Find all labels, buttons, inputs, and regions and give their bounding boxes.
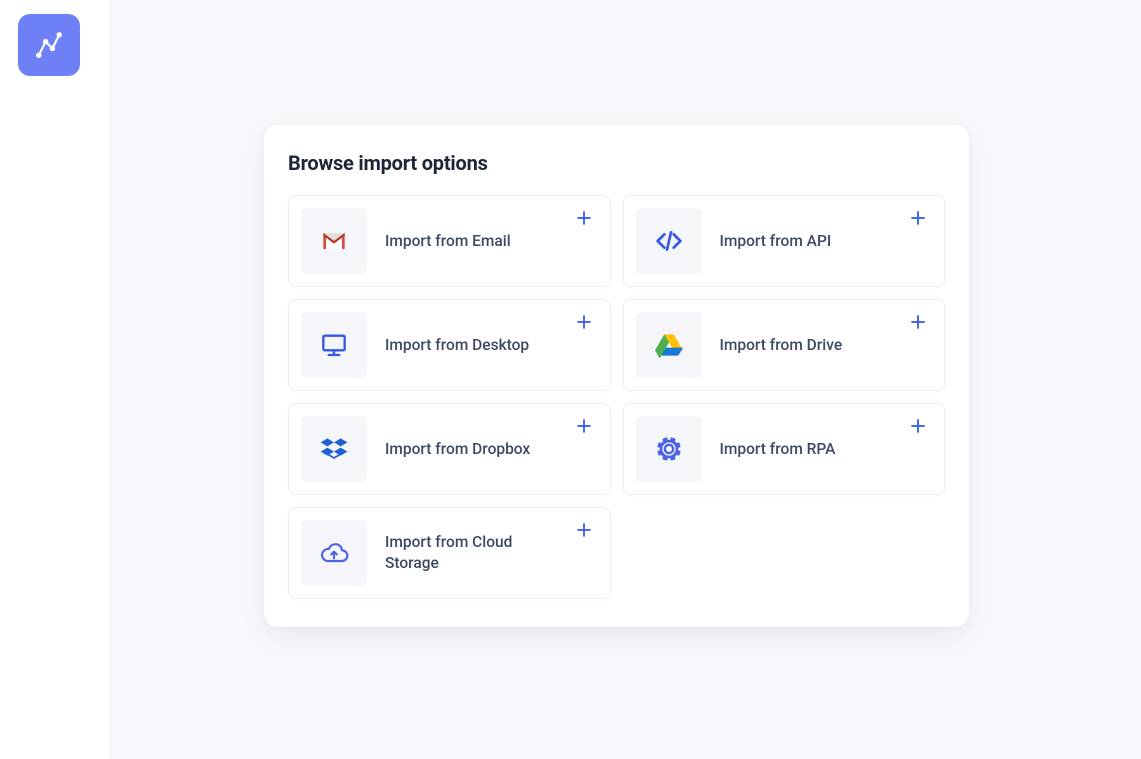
- import-option-rpa[interactable]: Import from RPA: [623, 403, 946, 495]
- import-option-api[interactable]: Import from API: [623, 195, 946, 287]
- plus-icon: [574, 312, 594, 332]
- card-label: Import from API: [720, 231, 832, 252]
- plus-icon: [908, 416, 928, 436]
- gmail-icon: [301, 208, 367, 274]
- import-option-dropbox[interactable]: Import from Dropbox: [288, 403, 611, 495]
- plus-icon: [908, 312, 928, 332]
- api-icon: [636, 208, 702, 274]
- app-logo[interactable]: [18, 14, 80, 76]
- plus-icon: [574, 208, 594, 228]
- plus-icon: [574, 416, 594, 436]
- import-option-email[interactable]: Import from Email: [288, 195, 611, 287]
- desktop-icon: [301, 312, 367, 378]
- plus-icon: [908, 208, 928, 228]
- import-option-drive[interactable]: Import from Drive: [623, 299, 946, 391]
- dropbox-icon: [301, 416, 367, 482]
- card-label: Import from Email: [385, 231, 511, 252]
- card-label: Import from Dropbox: [385, 439, 530, 460]
- card-label: Import from Cloud Storage: [385, 532, 545, 574]
- card-label: Import from RPA: [720, 439, 836, 460]
- import-option-desktop[interactable]: Import from Desktop: [288, 299, 611, 391]
- logo-network-icon: [32, 28, 66, 62]
- import-options-panel: Browse import options Import from Email: [264, 125, 969, 627]
- plus-icon: [574, 520, 594, 540]
- cloud-upload-icon: [301, 520, 367, 586]
- panel-title: Browse import options: [288, 151, 945, 175]
- import-option-cloud-storage[interactable]: Import from Cloud Storage: [288, 507, 611, 599]
- import-options-grid: Import from Email Import from API: [288, 195, 945, 599]
- card-label: Import from Drive: [720, 335, 843, 356]
- drive-icon: [636, 312, 702, 378]
- card-label: Import from Desktop: [385, 335, 529, 356]
- gear-icon: [636, 416, 702, 482]
